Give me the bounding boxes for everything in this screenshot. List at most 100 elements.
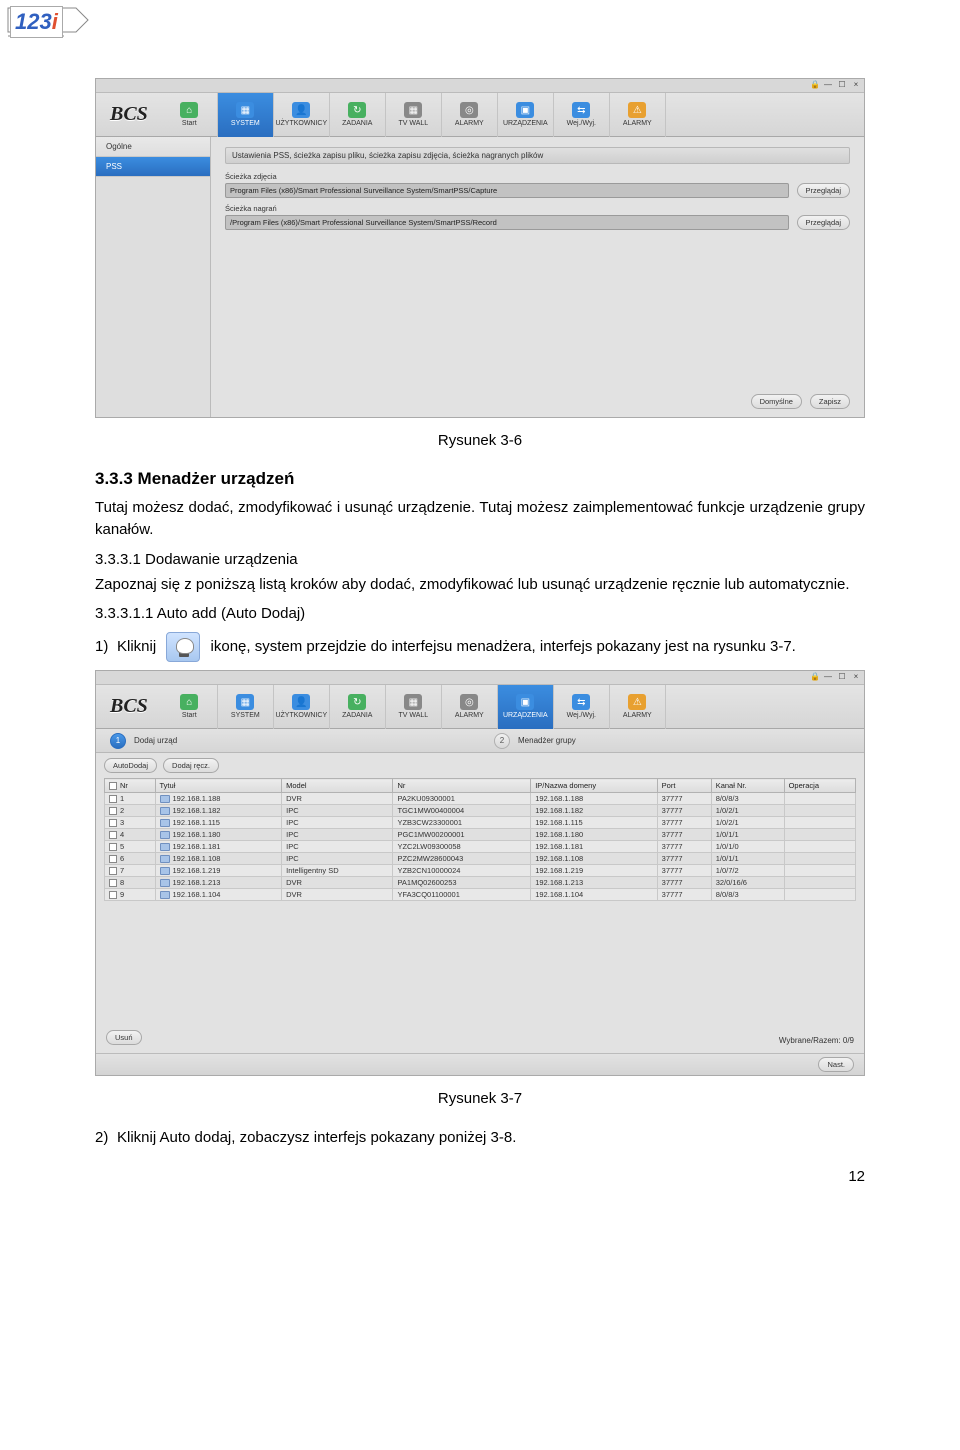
toolbar: AutoDodaj Dodaj ręcz. (96, 753, 864, 778)
table-cell: 192.168.1.180 (531, 829, 657, 841)
nav-item-u-ytkownicy[interactable]: 👤UŻYTKOWNICY (274, 685, 330, 729)
footer-row: Nast. (96, 1053, 864, 1075)
table-cell: PGC1MW00200001 (393, 829, 531, 841)
table-row[interactable]: 9192.168.1.104DVRYFA3CQ01100001192.168.1… (105, 889, 856, 901)
checkbox[interactable] (109, 819, 117, 827)
nav-item-zadania[interactable]: ↻ZADANIA (330, 685, 386, 729)
table-cell: PZC2MW28600043 (393, 853, 531, 865)
sidebar-item-ogólne[interactable]: Ogólne (96, 137, 210, 157)
capture-path-input[interactable]: Program Files (x86)/Smart Professional S… (225, 183, 789, 198)
nav-item-alarmy[interactable]: ◎ALARMY (442, 685, 498, 729)
top-nav: ⌂Start▦SYSTEM👤UŻYTKOWNICY↻ZADANIA▦TV WAL… (162, 685, 666, 729)
browse-button[interactable]: Przeglądaj (797, 183, 850, 198)
checkbox[interactable] (109, 843, 117, 851)
subheading-add-device: 3.3.3.1 Dodawanie urządzenia (95, 551, 865, 568)
nav-icon: ⌂ (180, 102, 198, 118)
delete-button[interactable]: Usuń (106, 1030, 142, 1045)
sidebar: OgólnePSS (96, 137, 211, 417)
manual-add-button[interactable]: Dodaj ręcz. (163, 758, 219, 773)
nav-item-start[interactable]: ⌂Start (162, 685, 218, 729)
table-header[interactable]: Port (657, 779, 711, 793)
checkbox[interactable] (109, 855, 117, 863)
sidebar-item-pss[interactable]: PSS (96, 157, 210, 177)
table-cell: DVR (282, 793, 393, 805)
nav-label: Start (182, 120, 197, 127)
app-topbar: BCS ⌂Start▦SYSTEM👤UŻYTKOWNICY↻ZADANIA▦TV… (96, 93, 864, 137)
checkbox[interactable] (109, 891, 117, 899)
record-path-input[interactable]: /Program Files (x86)/Smart Professional … (225, 215, 789, 230)
lock-icon[interactable]: 🔒 (810, 673, 818, 681)
nav-label: Wej./Wyj. (567, 712, 596, 719)
nav-item-wej-wyj-[interactable]: ⇆Wej./Wyj. (554, 685, 610, 729)
wizard-steps: 1 Dodaj urząd 2 Menadżer grupy (96, 729, 864, 753)
table-cell (784, 865, 855, 877)
checkbox[interactable] (109, 831, 117, 839)
nav-item-system[interactable]: ▦SYSTEM (218, 93, 274, 137)
browse-button[interactable]: Przeglądaj (797, 215, 850, 230)
table-row[interactable]: 1192.168.1.188DVRPA2KU09300001192.168.1.… (105, 793, 856, 805)
nav-icon: ▦ (236, 694, 254, 710)
table-row[interactable]: 2192.168.1.182IPCTGC1MW00400004192.168.1… (105, 805, 856, 817)
subheading-auto-add: 3.3.3.1.1 Auto add (Auto Dodaj) (95, 605, 865, 622)
table-header[interactable]: Nr (393, 779, 531, 793)
nav-item-tv-wall[interactable]: ▦TV WALL (386, 93, 442, 137)
next-button[interactable]: Nast. (818, 1057, 854, 1072)
nav-item-start[interactable]: ⌂ Start (162, 93, 218, 137)
checkbox[interactable] (109, 795, 117, 803)
table-row[interactable]: 5192.168.1.181IPCYZC2LW09300058192.168.1… (105, 841, 856, 853)
nav-icon: ▣ (516, 102, 534, 118)
minimize-icon[interactable]: — (824, 673, 832, 681)
table-header[interactable]: Model (282, 779, 393, 793)
col-header: Nr (397, 781, 405, 790)
table-cell: 1/0/1/0 (711, 841, 784, 853)
table-header[interactable]: IP/Nazwa domeny (531, 779, 657, 793)
nav-item-u-ytkownicy[interactable]: 👤UŻYTKOWNICY (274, 93, 330, 137)
table-header[interactable]: Nr (105, 779, 156, 793)
field-capture-path: Ścieżka zdjęcia Program Files (x86)/Smar… (225, 172, 850, 198)
table-row[interactable]: 4192.168.1.180IPCPGC1MW00200001192.168.1… (105, 829, 856, 841)
default-button[interactable]: Domyślne (751, 394, 802, 409)
table-row[interactable]: 3192.168.1.115IPCYZB3CW23300001192.168.1… (105, 817, 856, 829)
table-row[interactable]: 7192.168.1.219Intelligentny SDYZB2CN1000… (105, 865, 856, 877)
close-icon[interactable]: × (852, 673, 860, 681)
table-cell: 192.168.1.188 (155, 793, 282, 805)
step-circle-2[interactable]: 2 (494, 733, 510, 749)
nav-item-alarmy[interactable]: ⚠ALARMY (610, 685, 666, 729)
nav-item-alarmy[interactable]: ◎ALARMY (442, 93, 498, 137)
nav-item-zadania[interactable]: ↻ZADANIA (330, 93, 386, 137)
nav-label: TV WALL (398, 712, 428, 719)
table-cell: Intelligentny SD (282, 865, 393, 877)
device-manager-icon[interactable] (166, 632, 200, 662)
table-header[interactable]: Tytuł (155, 779, 282, 793)
checkbox[interactable] (109, 879, 117, 887)
step-1: 1) Kliknij ikonę, system przejdzie do in… (95, 632, 865, 662)
table-row[interactable]: 6192.168.1.108IPCPZC2MW28600043192.168.1… (105, 853, 856, 865)
device-icon (160, 891, 170, 899)
nav-item-urz-dzenia[interactable]: ▣URZĄDZENIA (498, 685, 554, 729)
table-header[interactable]: Kanał Nr. (711, 779, 784, 793)
nav-item-system[interactable]: ▦SYSTEM (218, 685, 274, 729)
maximize-icon[interactable]: ☐ (838, 673, 846, 681)
nav-item-tv-wall[interactable]: ▦TV WALL (386, 685, 442, 729)
checkbox[interactable] (109, 782, 117, 790)
maximize-icon[interactable]: ☐ (838, 81, 846, 89)
close-icon[interactable]: × (852, 81, 860, 89)
nav-label: TV WALL (398, 120, 428, 127)
step-circle-1[interactable]: 1 (110, 733, 126, 749)
table-cell: YZB3CW23300001 (393, 817, 531, 829)
lock-icon[interactable]: 🔒 (810, 81, 818, 89)
nav-item-urz-dzenia[interactable]: ▣URZĄDZENIA (498, 93, 554, 137)
nav-label: ALARMY (455, 120, 484, 127)
minimize-icon[interactable]: — (824, 81, 832, 89)
table-cell: 8/0/8/3 (711, 793, 784, 805)
checkbox[interactable] (109, 807, 117, 815)
nav-item-alarmy[interactable]: ⚠ALARMY (610, 93, 666, 137)
table-header[interactable]: Operacja (784, 779, 855, 793)
step-text: Kliknij (117, 638, 156, 655)
save-button[interactable]: Zapisz (810, 394, 850, 409)
nav-item-wej-wyj-[interactable]: ⇆Wej./Wyj. (554, 93, 610, 137)
table-cell (784, 793, 855, 805)
auto-add-button[interactable]: AutoDodaj (104, 758, 157, 773)
checkbox[interactable] (109, 867, 117, 875)
table-row[interactable]: 8192.168.1.213DVRPA1MQ02600253192.168.1.… (105, 877, 856, 889)
